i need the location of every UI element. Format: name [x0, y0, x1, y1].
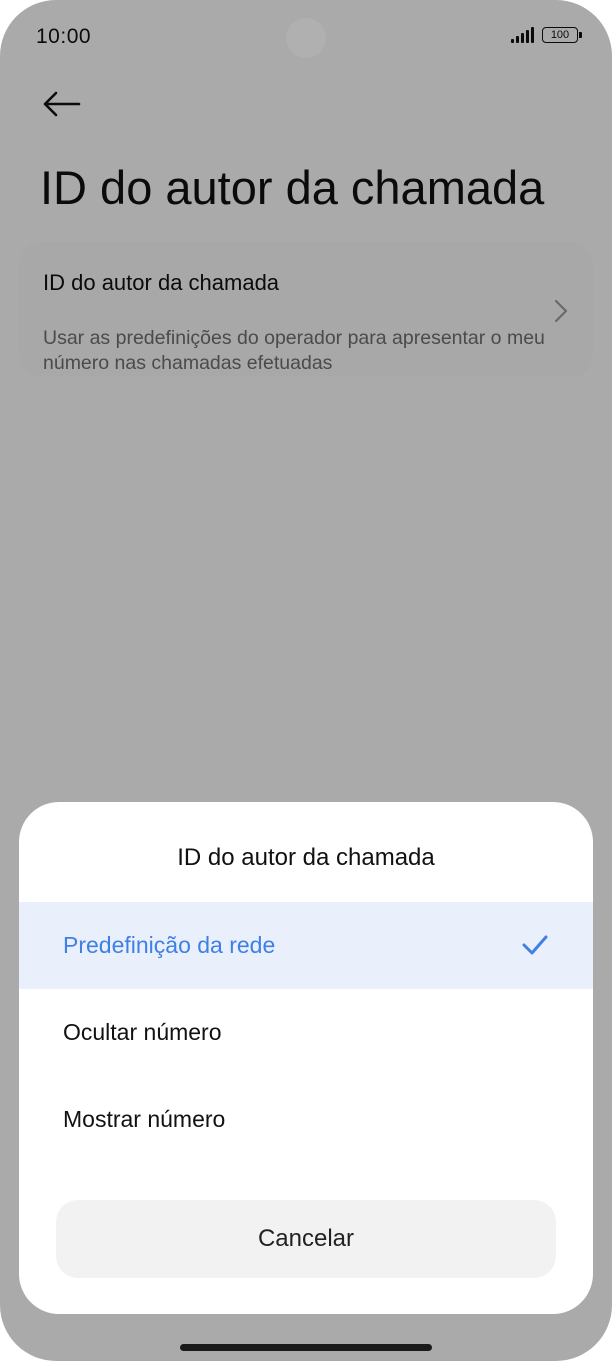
dialog-title: ID do autor da chamada	[177, 844, 435, 871]
option-label: Predefinição da rede	[63, 932, 276, 958]
option-network-default[interactable]: Predefinição da rede	[19, 902, 593, 989]
option-label: Mostrar número	[63, 1106, 226, 1132]
caller-id-dialog: ID do autor da chamada Predefinição da r…	[19, 802, 593, 1314]
option-hide-number[interactable]: Ocultar número	[19, 989, 593, 1076]
option-show-number[interactable]: Mostrar número	[19, 1076, 593, 1163]
option-label: Ocultar número	[63, 1019, 222, 1045]
home-indicator[interactable]	[180, 1344, 432, 1351]
cancel-button[interactable]: Cancelar	[56, 1200, 556, 1278]
check-icon	[522, 935, 548, 955]
phone-frame: 10:00 100 ID do autor da chamada ID do a…	[0, 0, 612, 1361]
